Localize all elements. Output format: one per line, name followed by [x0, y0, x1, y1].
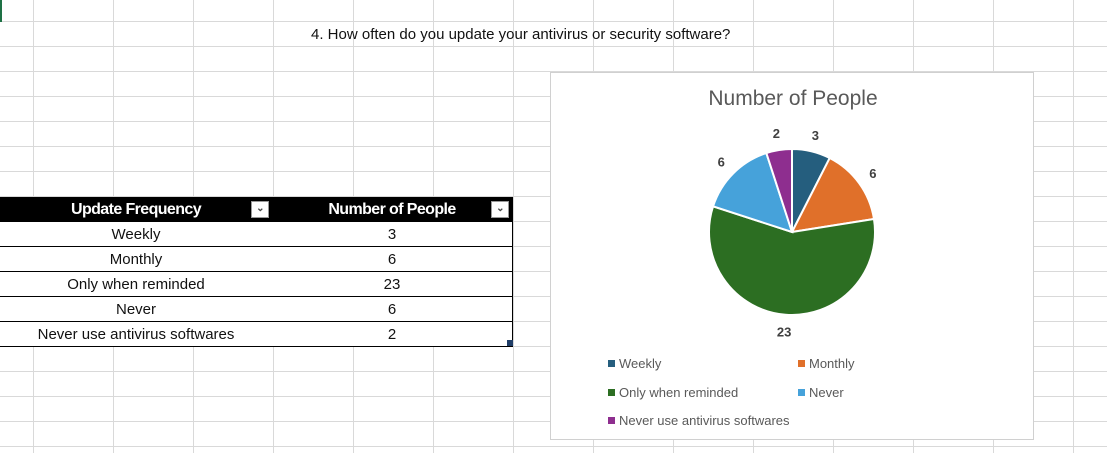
legend-item-weekly[interactable]: Weekly — [608, 356, 661, 371]
data-label-never: 6 — [718, 154, 725, 169]
legend-item-never-use-antivirus[interactable]: Never use antivirus softwares — [608, 413, 790, 428]
data-table: Update Frequency ⌄ Number of People ⌄ We… — [0, 197, 513, 347]
chevron-down-icon: ⌄ — [496, 203, 504, 214]
table-row: Never use antivirus softwares 2 — [0, 321, 513, 347]
table-row: Only when reminded 23 — [0, 271, 513, 297]
cell-count[interactable]: 2 — [272, 321, 513, 347]
cell-count[interactable]: 6 — [272, 296, 513, 322]
legend-swatch — [608, 417, 615, 424]
header-number-of-people: Number of People ⌄ — [272, 197, 513, 222]
legend-swatch — [608, 389, 615, 396]
cell-count[interactable]: 6 — [272, 246, 513, 272]
legend-item-never[interactable]: Never — [798, 385, 844, 400]
pie-chart[interactable]: Number of People 3 6 23 6 2 Weekly Monthly Onl… — [550, 72, 1034, 440]
data-label-only-when-reminded: 23 — [777, 325, 791, 340]
table-header-row: Update Frequency ⌄ Number of People ⌄ — [0, 197, 513, 222]
cell-count[interactable]: 3 — [272, 222, 513, 247]
legend-swatch — [608, 360, 615, 367]
selected-cell-marker — [0, 0, 2, 22]
header-label: Number of People — [328, 200, 456, 218]
cell-frequency[interactable]: Never — [0, 296, 272, 322]
legend-label: Monthly — [809, 356, 855, 371]
legend-swatch — [798, 360, 805, 367]
filter-dropdown-button[interactable]: ⌄ — [251, 201, 269, 218]
legend-item-only-when-reminded[interactable]: Only when reminded — [608, 385, 738, 400]
table-resize-handle[interactable] — [507, 340, 513, 346]
table-row: Weekly 3 — [0, 222, 513, 247]
data-label-never-use-antivirus: 2 — [773, 126, 780, 141]
cell-frequency[interactable]: Weekly — [0, 222, 272, 247]
cell-frequency[interactable]: Monthly — [0, 246, 272, 272]
filter-dropdown-button[interactable]: ⌄ — [491, 201, 509, 218]
legend-item-monthly[interactable]: Monthly — [798, 356, 855, 371]
legend-label: Weekly — [619, 356, 662, 371]
cell-frequency[interactable]: Never use antivirus softwares — [0, 321, 272, 347]
header-update-frequency: Update Frequency ⌄ — [0, 197, 272, 222]
data-label-monthly: 6 — [869, 166, 876, 181]
table-row: Monthly 6 — [0, 246, 513, 272]
legend-label: Never — [809, 385, 844, 400]
legend-label: Only when reminded — [619, 385, 739, 400]
header-label: Update Frequency — [71, 200, 202, 218]
question-heading: 4. How often do you update your antiviru… — [311, 26, 731, 43]
chevron-down-icon: ⌄ — [256, 203, 264, 214]
data-label-weekly: 3 — [812, 128, 819, 143]
table-row: Never 6 — [0, 296, 513, 322]
legend-swatch — [798, 389, 805, 396]
legend-label: Never use antivirus softwares — [619, 413, 790, 428]
cell-count[interactable]: 23 — [272, 271, 513, 297]
cell-frequency[interactable]: Only when reminded — [0, 271, 272, 297]
